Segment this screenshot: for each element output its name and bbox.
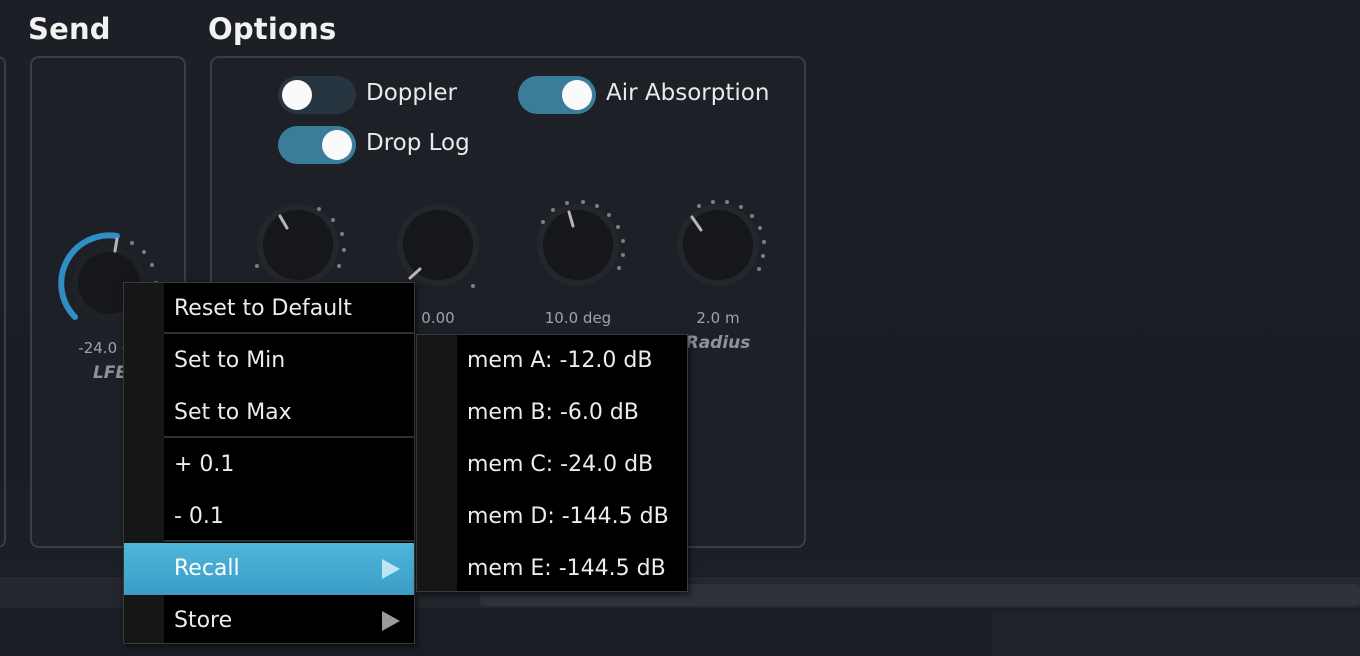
menu-item-label: Store xyxy=(174,608,233,633)
menu-item-plus-0-1[interactable]: + 0.1 xyxy=(124,439,414,491)
drop-log-toggle[interactable] xyxy=(278,126,356,164)
menu-item-minus-0-1[interactable]: - 0.1 xyxy=(124,491,414,543)
menu-item-store[interactable]: Store xyxy=(124,595,414,647)
recall-mem-d[interactable]: mem D: -144.5 dB xyxy=(417,491,687,543)
menu-item-label: Reset to Default xyxy=(174,296,352,321)
menu-item-recall[interactable]: Recall xyxy=(124,543,414,595)
air-absorption-label: Air Absorption xyxy=(606,80,770,106)
recall-mem-e[interactable]: mem E: -144.5 dB xyxy=(417,543,687,595)
options-section-title: Options xyxy=(208,12,337,46)
doppler-toggle[interactable] xyxy=(278,76,356,114)
option-knob-3-value: 10.0 deg xyxy=(544,309,612,327)
previous-panel-edge xyxy=(0,56,6,548)
footer-right-area xyxy=(992,612,1360,656)
radius-knob-graphic xyxy=(677,200,766,286)
menu-separator xyxy=(164,436,414,438)
option-knob-3-graphic xyxy=(537,200,625,286)
recall-mem-a[interactable]: mem A: -12.0 dB xyxy=(417,335,687,387)
menu-separator xyxy=(164,540,414,542)
toggle-thumb xyxy=(322,130,352,160)
menu-separator xyxy=(164,332,414,334)
menu-item-label: Recall xyxy=(174,556,240,581)
radius-knob[interactable] xyxy=(663,190,773,300)
send-section-title: Send xyxy=(28,12,111,46)
doppler-label: Doppler xyxy=(366,80,457,106)
drop-log-label: Drop Log xyxy=(366,130,470,156)
recall-submenu: mem A: -12.0 dB mem B: -6.0 dB mem C: -2… xyxy=(416,334,688,592)
option-knob-3[interactable] xyxy=(523,190,633,300)
menu-item-set-to-max[interactable]: Set to Max xyxy=(124,387,414,439)
menu-item-set-to-min[interactable]: Set to Min xyxy=(124,335,414,387)
menu-item-label: + 0.1 xyxy=(174,452,235,477)
submenu-arrow-icon xyxy=(382,611,400,631)
recall-mem-b[interactable]: mem B: -6.0 dB xyxy=(417,387,687,439)
menu-item-label: Set to Max xyxy=(174,400,292,425)
air-absorption-toggle[interactable] xyxy=(518,76,596,114)
radius-value: 2.0 m xyxy=(696,309,740,327)
toggle-thumb xyxy=(282,80,312,110)
recall-mem-c[interactable]: mem C: -24.0 dB xyxy=(417,439,687,491)
submenu-arrow-icon xyxy=(382,559,400,579)
menu-item-label: Set to Min xyxy=(174,348,286,373)
context-menu: Reset to Default Set to Min Set to Max +… xyxy=(123,282,415,644)
toggle-thumb xyxy=(562,80,592,110)
menu-item-label: - 0.1 xyxy=(174,504,224,529)
menu-item-reset-to-default[interactable]: Reset to Default xyxy=(124,283,414,335)
